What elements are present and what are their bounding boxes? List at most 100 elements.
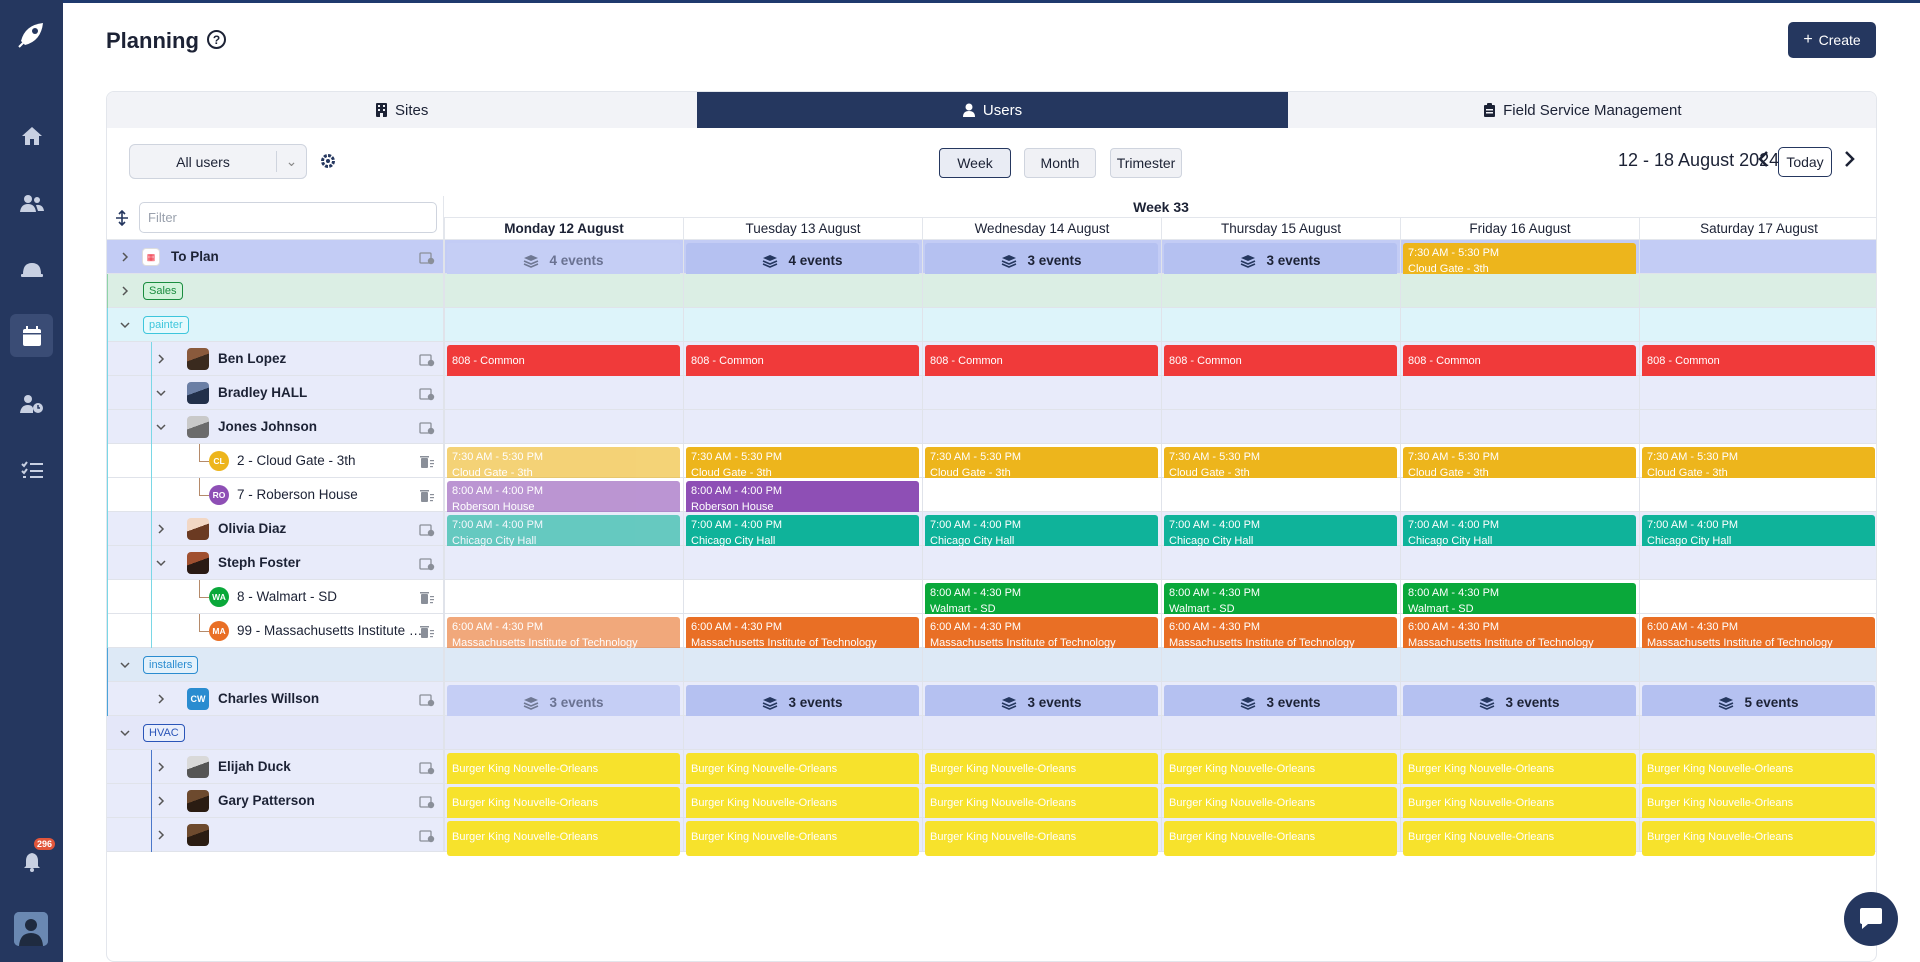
day-cell[interactable] <box>683 546 922 579</box>
event-block[interactable]: Burger King Nouvelle-Orleans <box>925 821 1158 856</box>
day-cell[interactable] <box>444 274 683 307</box>
add-event-calendar-icon[interactable] <box>419 693 435 707</box>
day-cell[interactable] <box>922 410 1161 443</box>
day-cell[interactable] <box>1400 308 1639 341</box>
day-cell[interactable] <box>683 410 922 443</box>
tab-field-service[interactable]: Field Service Management <box>1288 92 1876 128</box>
chevron-right-icon[interactable] <box>155 795 167 807</box>
day-cell[interactable] <box>1400 546 1639 579</box>
day-cell[interactable] <box>1639 716 1876 749</box>
nav-team[interactable] <box>10 181 53 224</box>
day-cell[interactable] <box>922 274 1161 307</box>
event-block[interactable]: 6:00 AM - 4:30 PM Massachusetts Institute… <box>925 617 1158 652</box>
event-count-cell[interactable]: 3 events <box>925 685 1158 720</box>
day-cell[interactable] <box>444 308 683 341</box>
day-cell[interactable] <box>1400 648 1639 681</box>
chevron-right-icon[interactable] <box>155 829 167 841</box>
event-block[interactable]: 7:30 AM - 5:30 PM Cloud Gate - 3th <box>925 447 1158 482</box>
chevron-down-icon[interactable] <box>155 557 167 569</box>
event-block[interactable]: 8:00 AM - 4:00 PM Roberson House <box>447 481 680 516</box>
event-block[interactable]: Burger King Nouvelle-Orleans <box>1642 753 1875 788</box>
group-tag-sales[interactable]: Sales <box>143 282 183 300</box>
user-name[interactable]: Elijah Duck <box>218 759 291 774</box>
event-block[interactable]: Burger King Nouvelle-Orleans <box>447 787 680 822</box>
event-block[interactable]: 7:00 AM - 4:00 PM Chicago City Hall <box>925 515 1158 550</box>
day-cell[interactable] <box>683 376 922 409</box>
event-block[interactable]: 7:30 AM - 5:30 PM Cloud Gate - 3th <box>1403 447 1636 482</box>
chat-button[interactable] <box>1844 892 1898 946</box>
add-event-calendar-icon[interactable] <box>419 557 435 571</box>
event-count-cell[interactable]: 4 events <box>686 243 919 278</box>
site-name[interactable]: 7 - Roberson House <box>237 487 425 502</box>
day-cell[interactable] <box>1639 376 1876 409</box>
day-cell[interactable] <box>683 648 922 681</box>
day-cell[interactable] <box>683 274 922 307</box>
event-block[interactable]: 6:00 AM - 4:30 PM Massachusetts Institute… <box>1403 617 1636 652</box>
chevron-right-icon[interactable] <box>155 523 167 535</box>
user-name[interactable]: Steph Foster <box>218 555 301 570</box>
event-block[interactable]: 7:30 AM - 5:30 PM Cloud Gate - 3th <box>1403 243 1636 278</box>
expand-collapse-icon[interactable] <box>115 210 129 226</box>
event-block[interactable]: 808 - Common <box>1164 345 1397 380</box>
chevron-right-icon[interactable] <box>119 285 131 297</box>
create-button[interactable]: + Create <box>1788 22 1876 58</box>
day-cell[interactable] <box>1639 478 1876 511</box>
event-block[interactable]: 8:00 AM - 4:30 PM Walmart - SD <box>925 583 1158 618</box>
day-cell[interactable] <box>1161 478 1400 511</box>
nav-workers[interactable] <box>10 247 53 290</box>
event-count-cell[interactable]: 3 events <box>1164 685 1397 720</box>
day-cell[interactable] <box>1639 580 1876 613</box>
event-block[interactable]: 808 - Common <box>1403 345 1636 380</box>
event-block[interactable]: Burger King Nouvelle-Orleans <box>447 753 680 788</box>
day-cell[interactable] <box>922 478 1161 511</box>
chevron-down-icon[interactable] <box>119 727 131 739</box>
event-block[interactable]: 7:00 AM - 4:00 PM Chicago City Hall <box>686 515 919 550</box>
nav-tasks[interactable] <box>10 448 53 491</box>
chevron-left-icon[interactable] <box>1757 150 1769 168</box>
event-count-cell[interactable]: 5 events <box>1642 685 1875 720</box>
event-block[interactable]: Burger King Nouvelle-Orleans <box>686 787 919 822</box>
user-name[interactable]: Ben Lopez <box>218 351 286 366</box>
chevron-right-icon[interactable] <box>155 761 167 773</box>
user-filter-select[interactable]: All users ⌄ <box>129 144 307 179</box>
event-block[interactable]: 7:00 AM - 4:00 PM Chicago City Hall <box>1642 515 1875 550</box>
site-name[interactable]: 99 - Massachusetts Institute of Technolo… <box>237 623 425 638</box>
site-name[interactable]: 8 - Walmart - SD <box>237 589 425 604</box>
day-cell[interactable] <box>1400 274 1639 307</box>
chevron-right-icon[interactable] <box>119 251 131 263</box>
event-block[interactable]: 6:00 AM - 4:30 PM Massachusetts Institute… <box>447 617 680 652</box>
add-event-calendar-icon[interactable] <box>419 387 435 401</box>
event-block[interactable]: 7:30 AM - 5:30 PM Cloud Gate - 3th <box>1642 447 1875 482</box>
day-cell[interactable] <box>1639 648 1876 681</box>
day-cell[interactable] <box>683 308 922 341</box>
chevron-down-icon[interactable] <box>119 659 131 671</box>
event-block[interactable]: Burger King Nouvelle-Orleans <box>1642 821 1875 856</box>
event-block[interactable]: 7:00 AM - 4:00 PM Chicago City Hall <box>1164 515 1397 550</box>
event-block[interactable]: Burger King Nouvelle-Orleans <box>1164 821 1397 856</box>
day-cell[interactable] <box>922 716 1161 749</box>
day-cell[interactable] <box>444 648 683 681</box>
event-block[interactable]: Burger King Nouvelle-Orleans <box>1403 787 1636 822</box>
day-cell[interactable] <box>922 546 1161 579</box>
event-block[interactable]: 7:30 AM - 5:30 PM Cloud Gate - 3th <box>447 447 680 482</box>
user-name[interactable]: Charles Willson <box>218 691 319 706</box>
user-name[interactable]: Gary Patterson <box>218 793 315 808</box>
group-tag-installers[interactable]: installers <box>143 656 199 674</box>
event-count-cell[interactable]: 3 events <box>1164 243 1397 278</box>
event-block[interactable]: 808 - Common <box>447 345 680 380</box>
day-cell[interactable] <box>1639 546 1876 579</box>
day-cell[interactable] <box>1639 274 1876 307</box>
event-block[interactable]: 7:00 AM - 4:00 PM Chicago City Hall <box>1403 515 1636 550</box>
day-cell[interactable] <box>1400 410 1639 443</box>
day-cell[interactable] <box>1400 716 1639 749</box>
day-cell[interactable] <box>922 308 1161 341</box>
event-count-cell[interactable]: 4 events <box>447 243 680 278</box>
event-count-cell[interactable]: 3 events <box>686 685 919 720</box>
view-week-button[interactable]: Week <box>939 148 1011 178</box>
event-block[interactable]: 6:00 AM - 4:30 PM Massachusetts Institute… <box>686 617 919 652</box>
nav-planning[interactable] <box>10 314 53 357</box>
chevron-right-icon[interactable] <box>155 693 167 705</box>
day-cell[interactable] <box>444 546 683 579</box>
remove-site-icon[interactable] <box>419 591 435 605</box>
event-block[interactable]: Burger King Nouvelle-Orleans <box>1403 821 1636 856</box>
